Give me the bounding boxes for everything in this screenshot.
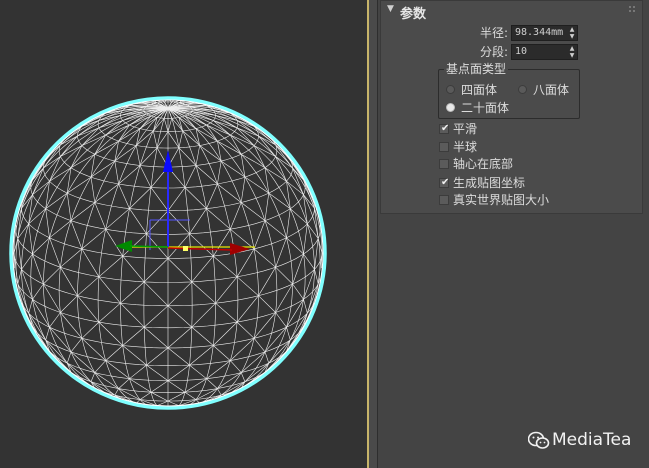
radius-spinner[interactable]: 98.344mm ▲ ▼ <box>511 25 578 41</box>
segments-spinner[interactable]: 10 ▲ ▼ <box>511 44 578 60</box>
checkbox-box[interactable] <box>439 142 449 152</box>
spinner-arrows-icon[interactable]: ▲ ▼ <box>567 26 577 40</box>
checkbox-label: 真实世界贴图大小 <box>453 193 550 207</box>
check-icon: ✔ <box>441 177 450 188</box>
radio-dot[interactable] <box>446 85 455 94</box>
checkbox-box[interactable]: ✔ <box>439 177 450 188</box>
radio-label: 四面体 <box>461 83 498 97</box>
geosphere-wireframe <box>9 96 327 410</box>
panel-divider[interactable] <box>369 0 378 468</box>
watermark-text: MediaTea <box>552 430 632 450</box>
checkbox-box[interactable]: ✔ <box>439 123 450 134</box>
base-type-group: 基点面类型 四面体 八面体 二十面体 <box>438 62 580 119</box>
radius-label: 半径: <box>479 26 508 40</box>
grip-icon[interactable] <box>629 6 637 14</box>
segments-value[interactable]: 10 <box>515 45 527 59</box>
checkbox-box[interactable] <box>439 195 449 205</box>
radio-label: 八面体 <box>533 83 570 97</box>
radio-dot[interactable] <box>446 103 455 112</box>
spinner-arrows-icon[interactable]: ▲ ▼ <box>567 45 577 59</box>
checkbox-label: 半球 <box>453 140 478 154</box>
base-type-title: 基点面类型 <box>444 62 509 76</box>
checkbox-label: 平滑 <box>453 122 478 136</box>
checkbox-label: 生成贴图坐标 <box>453 176 526 190</box>
collapse-arrow-icon[interactable]: ▼ <box>387 4 394 14</box>
viewport-perspective[interactable] <box>0 0 369 468</box>
wechat-icon <box>528 431 550 449</box>
checkbox-box[interactable] <box>439 159 449 169</box>
segments-label: 分段: <box>479 45 508 59</box>
radius-value[interactable]: 98.344mm <box>515 26 563 40</box>
command-panel: ▼ 参数 半径: 98.344mm ▲ ▼ 分段: 10 ▲ ▼ 基点面类型 四… <box>378 0 649 468</box>
radio-dot[interactable] <box>518 85 527 94</box>
rollout-header[interactable]: ▼ 参数 <box>381 1 642 22</box>
checkbox-label: 轴心在底部 <box>453 157 514 171</box>
parameters-rollout: ▼ 参数 半径: 98.344mm ▲ ▼ 分段: 10 ▲ ▼ 基点面类型 四… <box>380 0 643 214</box>
radio-label: 二十面体 <box>461 101 510 115</box>
check-icon: ✔ <box>441 123 450 134</box>
rollout-title: 参数 <box>400 7 427 22</box>
